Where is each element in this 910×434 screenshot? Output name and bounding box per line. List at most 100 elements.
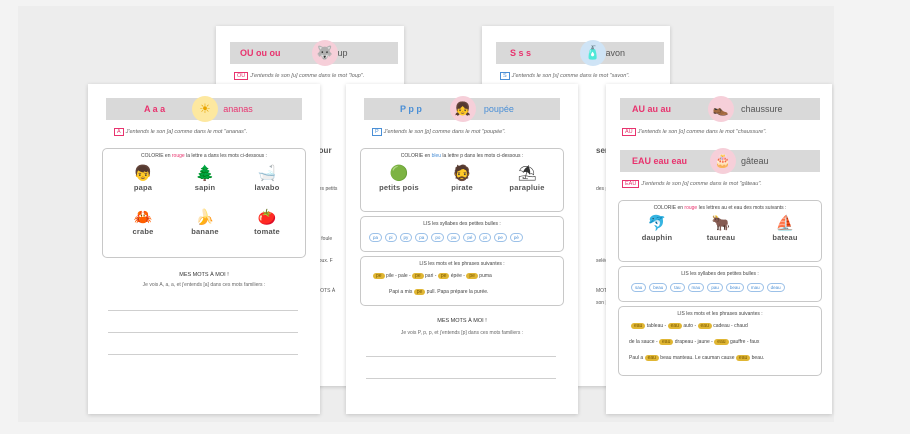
- item-label: dauphin: [641, 233, 673, 242]
- line-text: cadeau - chaud: [711, 323, 748, 329]
- au-colorie-title: COLORIE en rouge les lettres au et eau d…: [619, 205, 821, 211]
- p-sound-text: J'entends le son [p] comme dans le mot "…: [383, 129, 506, 135]
- item-label: sapin: [194, 183, 216, 192]
- au-lis-title: LIS les mots et les phrases suivantes :: [677, 311, 763, 317]
- word-bubble: eau: [631, 323, 646, 329]
- item-label: lavabo: [254, 183, 280, 192]
- syllable: tau: [670, 283, 685, 292]
- word-bubble: eau: [667, 323, 682, 329]
- shoe-icon: 👞: [708, 96, 734, 122]
- word-bubble: eau: [659, 339, 674, 345]
- item-label: tomate: [254, 227, 280, 236]
- item-pirate: 🧔 pirate: [437, 165, 487, 192]
- cake-icon: 🎂: [710, 148, 736, 174]
- s-sound: S J'entends le son [s] comme dans le mot …: [500, 72, 630, 80]
- syllable: pé: [463, 233, 477, 242]
- a-sound-text: J'entends le son [a] comme dans le mot "…: [125, 129, 248, 135]
- syllable: pu: [447, 233, 461, 242]
- p-word: poupée: [483, 104, 514, 114]
- crab-icon: 🦀: [133, 209, 153, 226]
- word-bubble: pe: [466, 273, 478, 279]
- dolphin-icon: 🐬: [647, 215, 667, 232]
- word-bubble: eau: [697, 323, 712, 329]
- item-taureau: 🐂 taureau: [693, 215, 749, 242]
- syllable: mau: [746, 283, 764, 292]
- item-petits-pois: 🟢 petits pois: [369, 165, 429, 192]
- a-mots-title: MES MOTS À MOI !: [179, 272, 229, 278]
- eau-tag: EAU: [622, 180, 640, 188]
- a-sound: A J'entends le son [a] comme dans le mot …: [114, 128, 247, 136]
- tree-icon: 🌲: [195, 165, 215, 182]
- line-text: beau.: [750, 355, 765, 361]
- au-line-3: Paul a eau beau manteau. Le cauman cause…: [629, 355, 764, 361]
- p-colorie-box: COLORIE en bleu la lettre p dans les mot…: [360, 148, 564, 212]
- eau-title: EAU eau eau: [632, 156, 688, 166]
- p-colorie-blue: bleu: [431, 153, 442, 159]
- a-colorie-red: rouge: [171, 153, 185, 159]
- syllable: pi: [479, 233, 491, 242]
- a-colorie-box: COLORIE en rouge la lettre a dans les mo…: [102, 148, 306, 258]
- au-sound: AU J'entends le son [o] comme dans le mot…: [622, 128, 767, 136]
- ou-tag: OU: [234, 72, 249, 80]
- p-lis-title: LIS les mots et les phrases suivantes :: [419, 261, 505, 267]
- pirate-icon: 🧔: [452, 165, 472, 182]
- a-colorie-post: la lettre a dans les mots ci-dessous :: [184, 153, 267, 159]
- au-colorie-post: les lettres au et eau des mots suivants …: [697, 205, 787, 211]
- line-text: Paul a: [629, 355, 645, 361]
- item-bateau: ⛵ bateau: [757, 215, 813, 242]
- syllable: po: [431, 233, 445, 242]
- item-banane: 🍌 banane: [183, 209, 227, 236]
- p-syllable-list: pa pi py pa po pu pé pi pe pè: [369, 233, 523, 242]
- a-word: ananas: [223, 104, 253, 114]
- word-bubble: pe: [412, 273, 424, 279]
- syllable: sau: [631, 283, 647, 292]
- line-text: auto -: [681, 323, 698, 329]
- worksheet-au: AU au au chaussure 👞 AU J'entends le son …: [606, 84, 832, 414]
- syllable: py: [399, 233, 413, 242]
- wolf-icon: 🐺: [312, 40, 338, 66]
- item-label: crabe: [132, 227, 154, 236]
- a-title: A a a: [144, 104, 166, 114]
- au-syl-title: LIS les syllabes des petites bulles :: [681, 271, 759, 277]
- s-tag: S: [500, 72, 510, 80]
- p-lis-box: LIS les mots et les phrases suivantes : …: [360, 256, 564, 306]
- line-text: puma: [477, 273, 492, 279]
- bull-icon: 🐂: [711, 215, 731, 232]
- p-mots-title: MES MOTS À MOI !: [437, 318, 487, 324]
- a-colorie-title: COLORIE en rouge la lettre a dans les mo…: [103, 153, 305, 159]
- a-mots-text: Je vois A, a, a, et j'entends [a] dans c…: [142, 282, 266, 288]
- p-sound: P J'entends le son [p] comme dans le mot …: [372, 128, 506, 136]
- word-bubble: eau: [714, 339, 729, 345]
- item-papa: 👦 papa: [121, 165, 165, 192]
- s-sound-text: J'entends le son [s] comme dans le mot "…: [511, 73, 630, 79]
- au-lis-box: LIS les mots et les phrases suivantes : …: [618, 306, 822, 376]
- item-sapin: 🌲 sapin: [183, 165, 227, 192]
- word-bubble: pe: [437, 273, 450, 279]
- item-label: parapluie: [509, 183, 545, 192]
- word-bubble: pe: [373, 273, 385, 279]
- p-line-2: Papi a mis pe pull. Papa prépare la puré…: [389, 289, 488, 295]
- line-text: Papi a mis: [389, 289, 414, 295]
- a-colorie-pre: COLORIE en: [141, 153, 172, 159]
- item-label: papa: [133, 183, 153, 192]
- item-crabe: 🦀 crabe: [121, 209, 165, 236]
- au-sound-text: J'entends le son [o] comme dans le mot "…: [637, 129, 767, 135]
- boy-icon: 👦: [133, 165, 153, 182]
- doll-icon: 👧: [450, 96, 476, 122]
- tomato-icon: 🍅: [257, 209, 277, 226]
- p-colorie-pre: COLORIE en: [400, 153, 432, 159]
- banana-icon: 🍌: [195, 209, 215, 226]
- syllable: pe: [493, 233, 507, 242]
- writing-line: [366, 356, 556, 357]
- word-bubble: eau: [735, 355, 751, 361]
- syllable: mau: [687, 283, 705, 292]
- au-line-2: de la sauce - eau drapeau - jaune - eau …: [629, 339, 759, 345]
- au-syllables-box: LIS les syllabes des petites bulles : sa…: [618, 266, 822, 302]
- line-text: tableau -: [645, 323, 668, 329]
- syllable: pi: [385, 233, 397, 242]
- syllable: pau: [707, 283, 723, 292]
- item-lavabo: 🛁 lavabo: [245, 165, 289, 192]
- word-bubble: pe: [413, 289, 426, 295]
- line-text: pari -: [423, 273, 438, 279]
- item-label: bateau: [772, 233, 798, 242]
